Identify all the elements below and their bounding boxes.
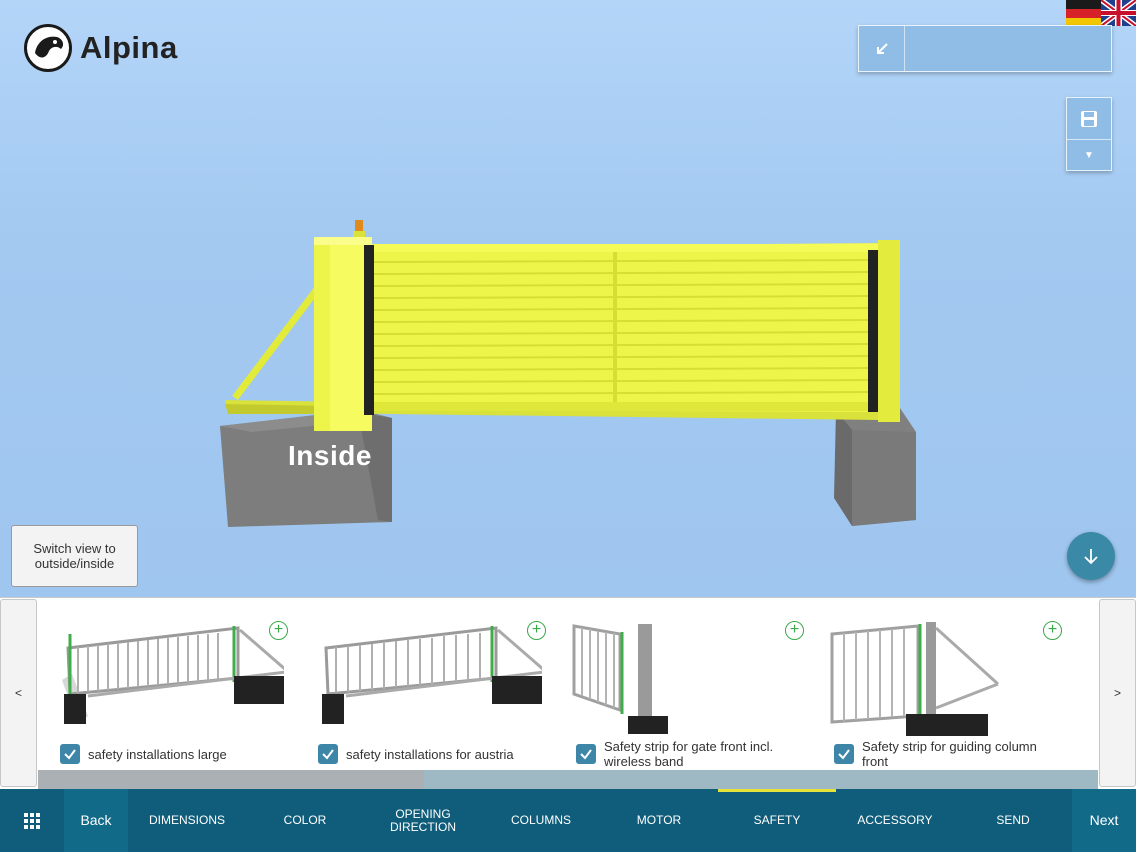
- checkbox[interactable]: [834, 744, 854, 764]
- scrollbar-track: [424, 770, 1098, 789]
- scrollbar-thumb[interactable]: [38, 770, 424, 789]
- option-label: Safety strip for gate front incl. wirele…: [604, 739, 774, 769]
- carousel-next-button[interactable]: >: [1099, 599, 1136, 787]
- scroll-down-button[interactable]: [1067, 532, 1115, 580]
- tab-color[interactable]: COLOR: [246, 789, 364, 852]
- tab-send[interactable]: SEND: [954, 789, 1072, 852]
- uk-flag-icon[interactable]: [1101, 0, 1136, 26]
- safety-option-card[interactable]: + safety installations large: [38, 598, 296, 770]
- checkbox[interactable]: [318, 744, 338, 764]
- add-icon[interactable]: +: [269, 621, 288, 640]
- bottom-navigation: Back DIMENSIONS COLOR OPENING DIRECTION …: [0, 789, 1136, 852]
- checkbox[interactable]: [576, 744, 596, 764]
- add-icon[interactable]: +: [527, 621, 546, 640]
- eagle-icon: [24, 24, 72, 72]
- add-icon[interactable]: +: [1043, 621, 1062, 640]
- tab-opening-direction[interactable]: OPENING DIRECTION: [364, 789, 482, 852]
- german-flag-icon[interactable]: [1066, 0, 1101, 26]
- carousel-cards: + safety installations large + safety in…: [38, 598, 1098, 770]
- 3d-viewport[interactable]: Alpina ▼ Inside Switch view to outside/i…: [0, 0, 1136, 597]
- option-label: safety installations for austria: [346, 746, 514, 762]
- carousel-scrollbar[interactable]: [38, 770, 1098, 789]
- checkmark-icon: [838, 749, 850, 760]
- safety-option-card[interactable]: + Safety strip for guiding column front: [812, 598, 1070, 770]
- switch-view-button[interactable]: Switch view to outside/inside: [11, 525, 138, 587]
- product-image: [62, 626, 284, 724]
- safety-option-card[interactable]: + safety installations for austria: [296, 598, 554, 770]
- save-button[interactable]: [1067, 98, 1111, 140]
- language-switcher[interactable]: [1066, 0, 1136, 26]
- brand-name: Alpina: [80, 30, 178, 65]
- caret-down-icon[interactable]: ▼: [1067, 140, 1111, 171]
- back-button[interactable]: Back: [64, 789, 128, 852]
- checkmark-icon: [64, 749, 76, 760]
- tab-safety[interactable]: SAFETY: [718, 789, 836, 852]
- checkmark-icon: [322, 749, 334, 760]
- product-image: [830, 622, 1000, 736]
- collapse-arrow-icon[interactable]: [859, 26, 905, 71]
- product-image: [322, 626, 542, 724]
- save-icon: [1081, 110, 1097, 127]
- next-button[interactable]: Next: [1072, 789, 1136, 852]
- brand-logo: Alpina: [24, 24, 178, 72]
- checkmark-icon: [580, 749, 592, 760]
- tab-accessory[interactable]: ACCESSORY: [836, 789, 954, 852]
- checkbox[interactable]: [60, 744, 80, 764]
- tab-motor[interactable]: MOTOR: [600, 789, 718, 852]
- arrow-down-icon: [1084, 549, 1098, 565]
- safety-carousel: < + safety installations large + safety …: [0, 597, 1136, 789]
- option-label: Safety strip for guiding column front: [862, 739, 1037, 769]
- menu-grid-button[interactable]: [0, 789, 64, 852]
- add-icon[interactable]: +: [785, 621, 804, 640]
- save-menu[interactable]: ▼: [1066, 97, 1112, 171]
- safety-option-card[interactable]: + Safety strip for gate front incl. wire…: [554, 598, 812, 770]
- product-image: [572, 624, 668, 734]
- tab-columns[interactable]: COLUMNS: [482, 789, 600, 852]
- grid-icon: [24, 812, 40, 829]
- tab-dimensions[interactable]: DIMENSIONS: [128, 789, 246, 852]
- option-label: safety installations large: [88, 746, 227, 762]
- view-side-label: Inside: [288, 440, 372, 471]
- gate-model[interactable]: [0, 0, 1136, 597]
- summary-panel[interactable]: [858, 25, 1112, 72]
- carousel-prev-button[interactable]: <: [0, 599, 37, 787]
